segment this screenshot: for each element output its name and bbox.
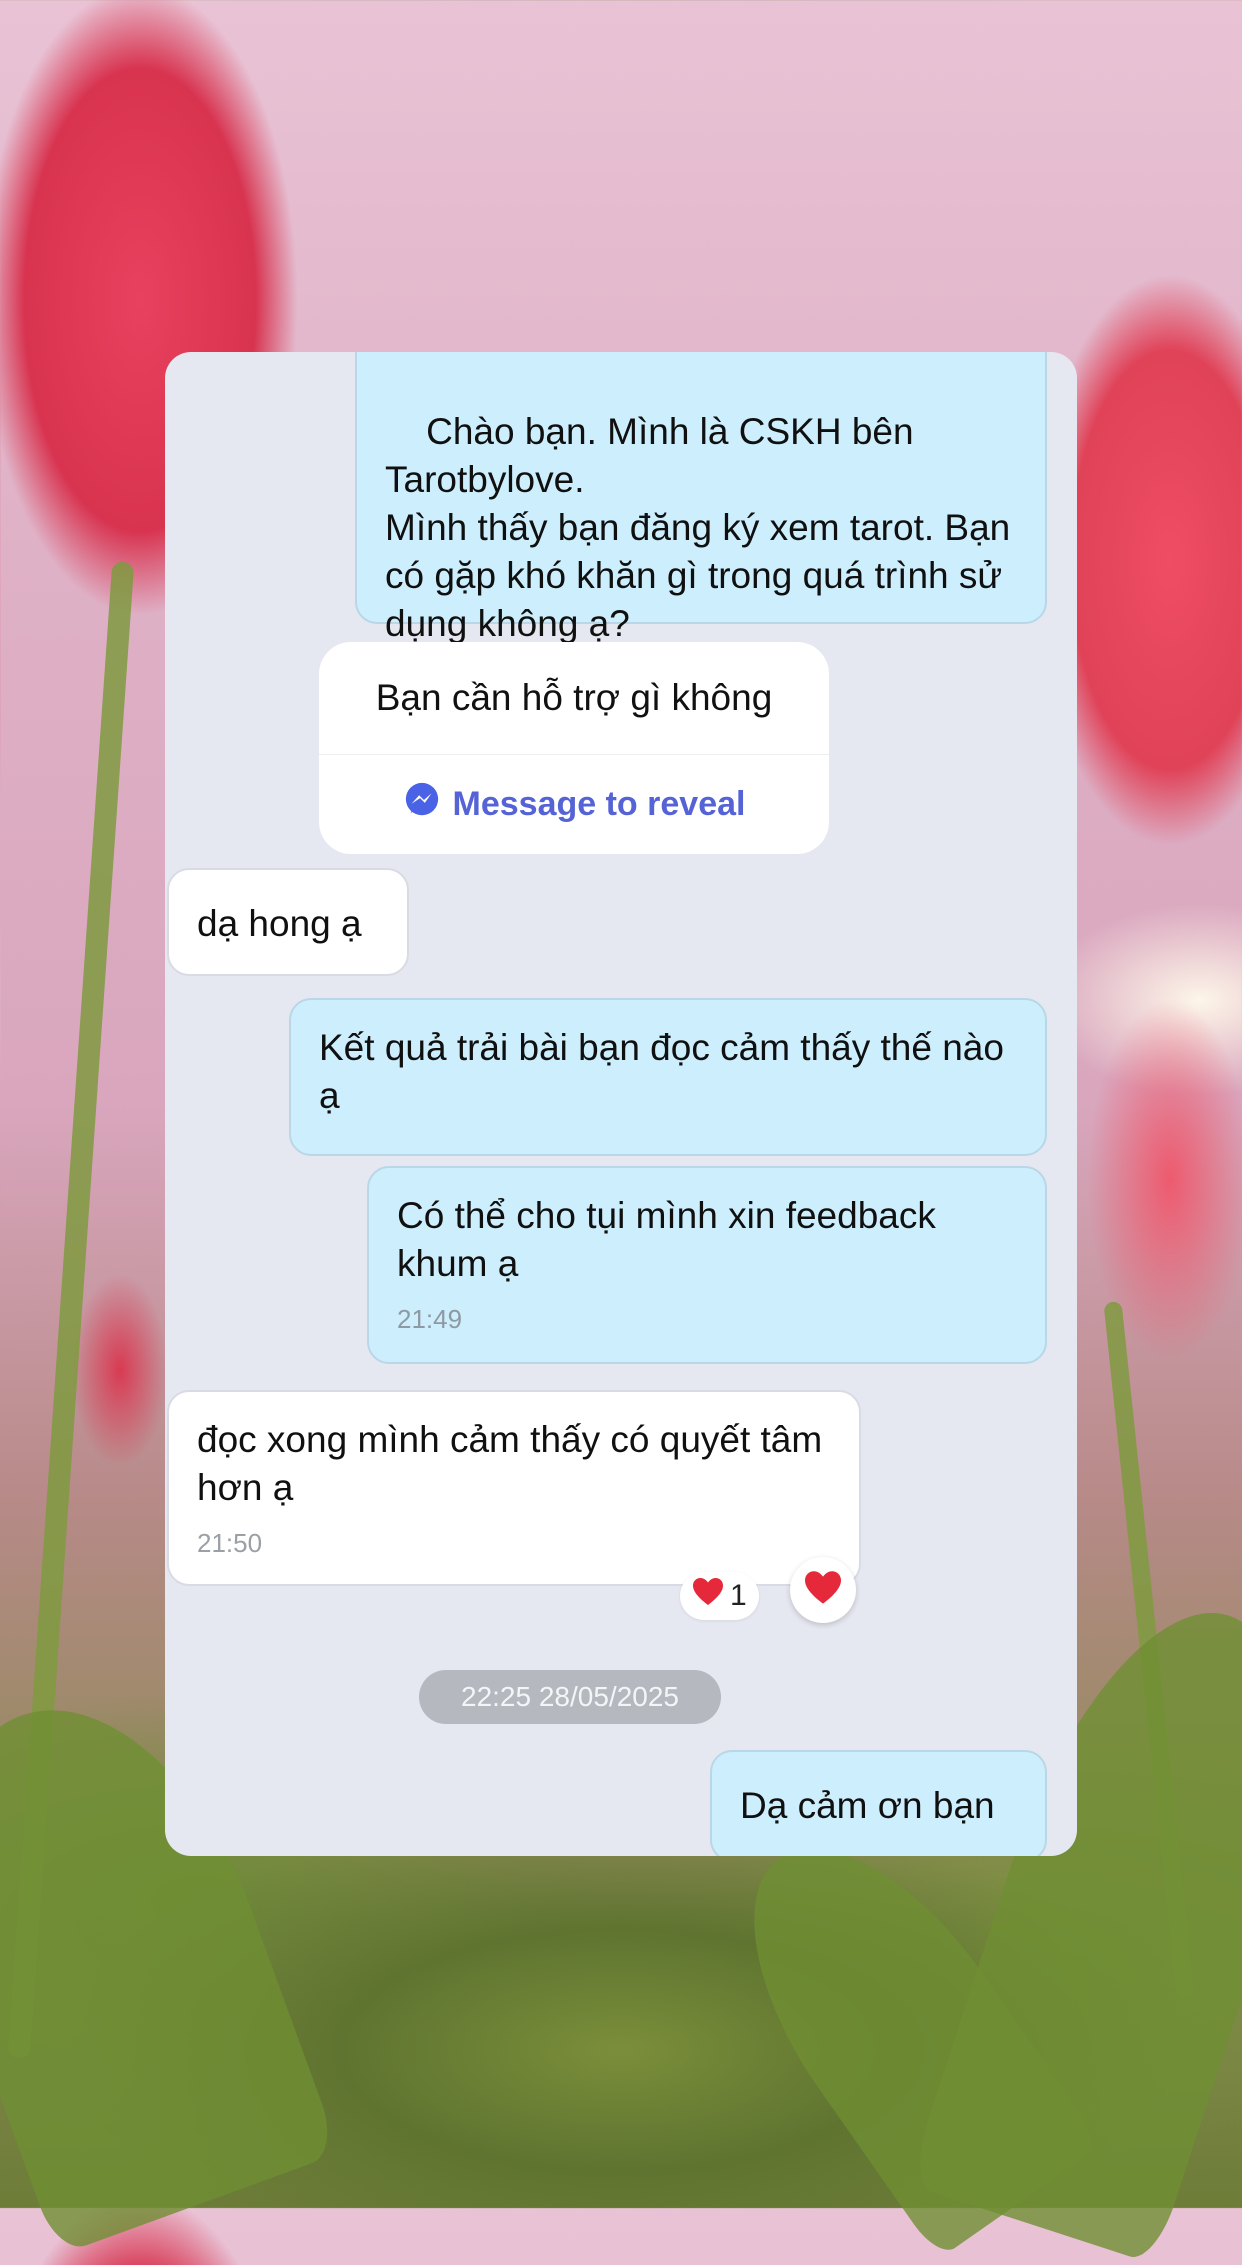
chat-screenshot-card: Chào bạn. Mình là CSKH bên Tarotbylove. … <box>165 352 1077 1856</box>
message-timestamp: 21:50 <box>197 1528 263 1558</box>
message-to-reveal-button[interactable]: Message to reveal <box>319 755 829 854</box>
reveal-button-label: Message to reveal <box>452 785 746 823</box>
date-separator: 22:25 28/05/2025 <box>419 1670 721 1724</box>
reveal-message-card[interactable]: Bạn cần hỗ trợ gì không Message to revea… <box>319 642 829 854</box>
message-bubble-outgoing[interactable]: Kết quả trải bài bạn đọc cảm thấy thế nà… <box>289 998 1047 1156</box>
messenger-icon <box>403 781 441 828</box>
message-text: Kết quả trải bài bạn đọc cảm thấy thế nà… <box>319 1027 1004 1116</box>
message-text: đọc xong mình cảm thấy có quyết tâm hơn … <box>197 1419 823 1508</box>
reaction-count: 1 <box>730 1579 747 1612</box>
message-bubble-outgoing[interactable]: Có thể cho tụi mình xin feedback khum ạ … <box>367 1166 1047 1364</box>
message-bubble-incoming[interactable]: đọc xong mình cảm thấy có quyết tâm hơn … <box>167 1390 861 1586</box>
heart-icon <box>803 1570 843 1611</box>
reaction-summary[interactable]: 1 <box>680 1572 759 1620</box>
message-bubble-outgoing[interactable]: Dạ cảm ơn bạn <box>710 1750 1047 1856</box>
message-text: dạ hong ạ <box>197 903 362 944</box>
heart-icon <box>692 1577 724 1615</box>
message-text: Chào bạn. Mình là CSKH bên Tarotbylove. … <box>385 411 1011 644</box>
message-text: Có thể cho tụi mình xin feedback khum ạ <box>397 1195 936 1284</box>
message-bubble-outgoing[interactable]: Chào bạn. Mình là CSKH bên Tarotbylove. … <box>355 352 1047 644</box>
reveal-card-title: Bạn cần hỗ trợ gì không <box>375 677 773 718</box>
message-bubble-incoming[interactable]: dạ hong ạ <box>167 868 409 976</box>
message-timestamp: 21:49 <box>397 1304 463 1334</box>
message-text: Dạ cảm ơn bạn <box>740 1785 995 1826</box>
react-button[interactable] <box>790 1557 856 1623</box>
